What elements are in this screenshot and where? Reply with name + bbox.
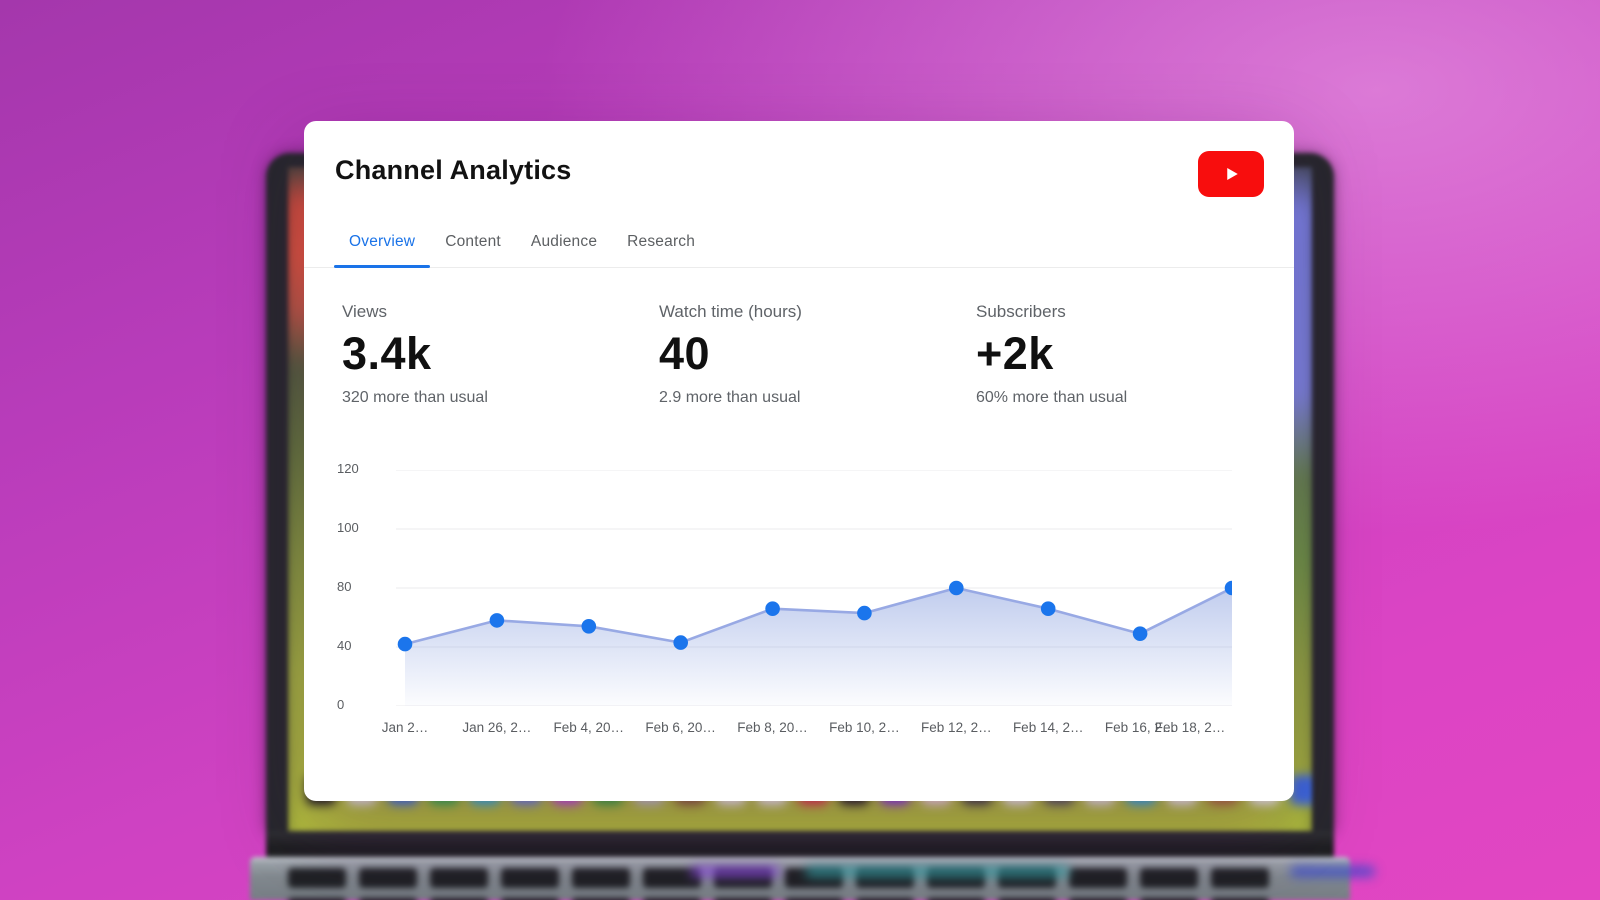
y-axis-label: 0 xyxy=(337,697,377,712)
x-axis-label: Feb 6, 20… xyxy=(639,720,723,735)
desktop-background: Channel Analytics OverviewContentAudienc… xyxy=(0,0,1600,900)
keyboard-key xyxy=(501,868,559,888)
play-icon xyxy=(1216,159,1246,189)
chart-plot[interactable] xyxy=(396,470,1232,706)
card-header: Channel Analytics xyxy=(304,121,1294,197)
stat-value: +2k xyxy=(976,328,1293,380)
keyboard-key xyxy=(1211,868,1269,888)
y-axis-label: 80 xyxy=(337,579,377,594)
screen-reflection xyxy=(690,866,780,877)
laptop-hinge xyxy=(266,831,1334,857)
stat-delta: 320 more than usual xyxy=(342,389,659,407)
tab-overview[interactable]: Overview xyxy=(334,221,430,267)
data-point[interactable] xyxy=(765,601,780,616)
stat-watch-time-hours-: Watch time (hours) 40 2.9 more than usual xyxy=(659,302,976,407)
data-point[interactable] xyxy=(490,613,505,628)
stat-label: Views xyxy=(342,302,659,322)
keyboard-key xyxy=(1069,868,1127,888)
stat-label: Subscribers xyxy=(976,302,1293,322)
data-point[interactable] xyxy=(582,619,597,634)
screen-reflection xyxy=(1290,866,1375,877)
x-axis-label: Jan 2… xyxy=(363,720,447,735)
data-point[interactable] xyxy=(673,635,688,650)
stat-subscribers: Subscribers +2k 60% more than usual xyxy=(976,302,1293,407)
data-point[interactable] xyxy=(949,581,964,596)
tab-research[interactable]: Research xyxy=(612,221,710,267)
page-title: Channel Analytics xyxy=(335,155,571,186)
youtube-logo-icon xyxy=(1198,151,1264,197)
analytics-chart[interactable]: 0 40 80 100 120 Jan 2… Jan 26, 2… Feb 4, 20… Feb… xyxy=(334,458,1264,770)
x-axis-label: Feb 14, 2… xyxy=(1006,720,1090,735)
stat-delta: 2.9 more than usual xyxy=(659,389,976,407)
x-axis-label: Feb 12, 2… xyxy=(914,720,998,735)
y-axis-label: 100 xyxy=(337,520,377,535)
data-point[interactable] xyxy=(857,606,872,621)
y-axis-label: 40 xyxy=(337,638,377,653)
data-point[interactable] xyxy=(1133,626,1148,641)
keyboard-key xyxy=(1140,868,1198,888)
x-axis-label: Feb 8, 20… xyxy=(731,720,815,735)
tab-audience[interactable]: Audience xyxy=(516,221,612,267)
data-point[interactable] xyxy=(398,637,413,652)
screen-reflection xyxy=(805,866,1070,877)
tab-content[interactable]: Content xyxy=(430,221,516,267)
keyboard-key xyxy=(288,868,346,888)
data-point[interactable] xyxy=(1041,601,1056,616)
x-axis-label: Feb 4, 20… xyxy=(547,720,631,735)
stat-value: 40 xyxy=(659,328,976,380)
area-fill xyxy=(405,588,1232,706)
keyboard-key xyxy=(359,868,417,888)
keyboard-key xyxy=(572,868,630,888)
analytics-card: Channel Analytics OverviewContentAudienc… xyxy=(304,121,1294,801)
stat-views: Views 3.4k 320 more than usual xyxy=(342,302,659,407)
tab-bar: OverviewContentAudienceResearch xyxy=(304,221,1294,268)
stat-value: 3.4k xyxy=(342,328,659,380)
laptop-keyboard-deck xyxy=(250,857,1350,900)
keyboard-keys xyxy=(288,868,1312,900)
stats-row: Views3.4k320 more than usualWatch time (… xyxy=(304,302,1294,407)
stat-label: Watch time (hours) xyxy=(659,302,976,322)
y-axis-label: 120 xyxy=(337,461,377,476)
x-axis-label: Feb 18, 2… xyxy=(1148,720,1232,735)
keyboard-key xyxy=(430,868,488,888)
x-axis-label: Jan 26, 2… xyxy=(455,720,539,735)
x-axis-label: Feb 10, 2… xyxy=(822,720,906,735)
stat-delta: 60% more than usual xyxy=(976,389,1293,407)
